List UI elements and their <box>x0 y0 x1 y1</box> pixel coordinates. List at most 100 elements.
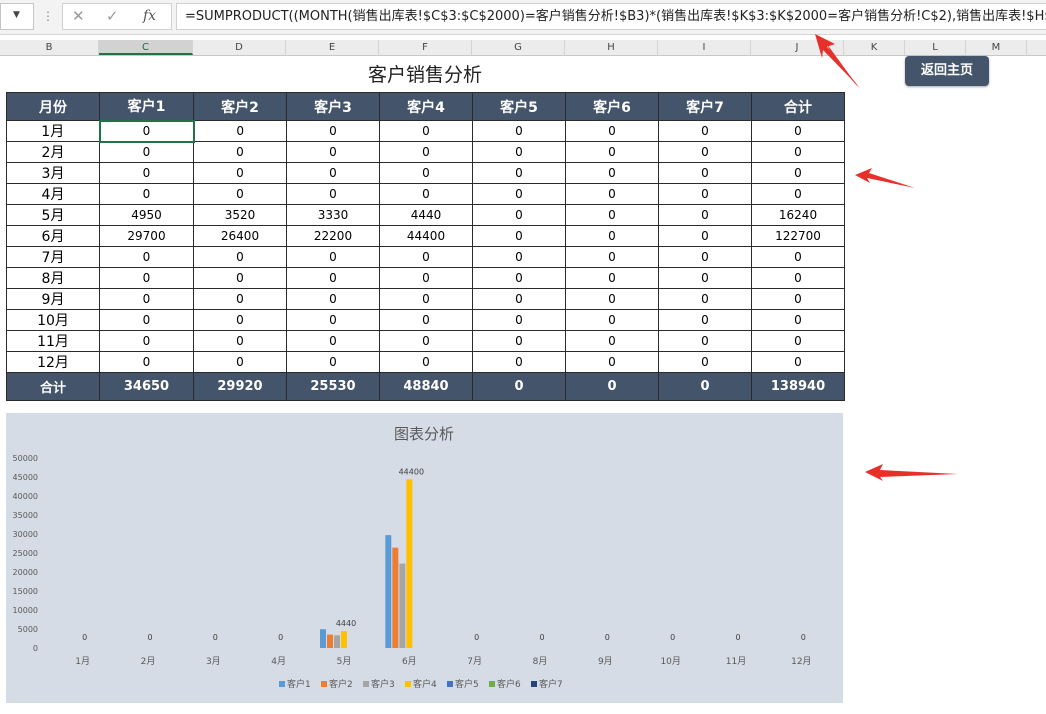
enter-icon[interactable]: ✓ <box>106 7 119 25</box>
value-cell[interactable]: 0 <box>379 267 473 289</box>
name-box[interactable]: ▼ <box>0 3 34 30</box>
value-cell[interactable]: 0 <box>751 351 845 373</box>
header-month[interactable]: 月份 <box>6 92 100 121</box>
month-cell[interactable]: 7月 <box>6 246 100 268</box>
month-cell[interactable]: 10月 <box>6 309 100 331</box>
value-cell[interactable]: 0 <box>286 267 380 289</box>
value-cell[interactable]: 0 <box>286 246 380 268</box>
column-header-e[interactable]: E <box>286 40 379 55</box>
month-cell[interactable]: 1月 <box>6 120 100 142</box>
value-cell[interactable]: 29700 <box>99 225 194 247</box>
value-cell[interactable]: 0 <box>565 225 659 247</box>
header-customer-2[interactable]: 客户2 <box>193 92 287 121</box>
header-total[interactable]: 合计 <box>751 92 845 121</box>
column-header-m[interactable]: M <box>966 40 1027 55</box>
value-cell[interactable]: 0 <box>286 183 380 205</box>
value-cell[interactable]: 4440 <box>379 204 473 226</box>
value-cell[interactable]: 0 <box>751 120 845 142</box>
header-customer-4[interactable]: 客户4 <box>379 92 473 121</box>
value-cell[interactable]: 0 <box>379 162 473 184</box>
value-cell[interactable]: 0 <box>472 162 566 184</box>
column-header-f[interactable]: F <box>379 40 472 55</box>
chart-area[interactable]: 图表分析 0 5000 10000 15000 20000 25000 30000 35000 4… <box>6 413 843 703</box>
column-header-g[interactable]: G <box>472 40 565 55</box>
column-header-k[interactable]: K <box>844 40 905 55</box>
value-cell[interactable]: 0 <box>286 288 380 310</box>
value-cell[interactable]: 0 <box>286 351 380 373</box>
value-cell[interactable]: 0 <box>751 267 845 289</box>
value-cell[interactable]: 0 <box>472 204 566 226</box>
value-cell[interactable]: 122700 <box>751 225 845 247</box>
value-cell[interactable]: 0 <box>472 120 566 142</box>
value-cell[interactable]: 0 <box>99 309 194 331</box>
value-cell[interactable]: 0 <box>658 351 752 373</box>
value-cell[interactable]: 0 <box>565 351 659 373</box>
formula-input[interactable]: =SUMPRODUCT((MONTH(销售出库表!$C$3:$C$2000)=客… <box>176 3 1046 30</box>
value-cell[interactable]: 0 <box>99 141 194 163</box>
month-cell[interactable]: 12月 <box>6 351 100 373</box>
value-cell[interactable]: 0 <box>751 330 845 352</box>
value-cell[interactable]: 0 <box>193 141 287 163</box>
header-customer-7[interactable]: 客户7 <box>658 92 752 121</box>
value-cell[interactable]: 0 <box>472 141 566 163</box>
value-cell[interactable]: 3520 <box>193 204 287 226</box>
value-cell[interactable]: 0 <box>472 267 566 289</box>
value-cell[interactable]: 0 <box>472 225 566 247</box>
value-cell[interactable]: 0 <box>379 183 473 205</box>
value-cell[interactable]: 0 <box>379 330 473 352</box>
value-cell[interactable]: 44400 <box>379 225 473 247</box>
value-cell[interactable]: 0 <box>565 267 659 289</box>
value-cell[interactable]: 0 <box>658 141 752 163</box>
header-customer-6[interactable]: 客户6 <box>565 92 659 121</box>
value-cell[interactable]: 0 <box>472 351 566 373</box>
drag-handle-icon[interactable]: ⋮ <box>42 9 54 23</box>
value-cell[interactable]: 16240 <box>751 204 845 226</box>
value-cell[interactable]: 0 <box>99 351 194 373</box>
value-cell[interactable]: 0 <box>658 225 752 247</box>
header-customer-1[interactable]: 客户1 <box>99 92 194 121</box>
month-cell[interactable]: 6月 <box>6 225 100 247</box>
value-cell[interactable]: 0 <box>658 309 752 331</box>
column-header-d[interactable]: D <box>193 40 286 55</box>
month-cell[interactable]: 9月 <box>6 288 100 310</box>
month-cell[interactable]: 8月 <box>6 267 100 289</box>
total-cell[interactable]: 0 <box>472 372 566 401</box>
value-cell[interactable]: 0 <box>472 288 566 310</box>
value-cell[interactable]: 0 <box>658 183 752 205</box>
value-cell[interactable]: 0 <box>658 267 752 289</box>
value-cell[interactable]: 0 <box>565 246 659 268</box>
value-cell[interactable]: 26400 <box>193 225 287 247</box>
value-cell[interactable]: 0 <box>472 309 566 331</box>
insert-function-icon[interactable]: fx <box>143 8 156 24</box>
value-cell[interactable]: 0 <box>379 141 473 163</box>
month-cell[interactable]: 3月 <box>6 162 100 184</box>
value-cell[interactable]: 0 <box>565 120 659 142</box>
value-cell[interactable]: 0 <box>193 309 287 331</box>
value-cell[interactable]: 0 <box>193 183 287 205</box>
value-cell[interactable]: 0 <box>98 119 195 143</box>
column-header-h[interactable]: H <box>565 40 658 55</box>
value-cell[interactable]: 0 <box>565 141 659 163</box>
value-cell[interactable]: 0 <box>565 288 659 310</box>
value-cell[interactable]: 0 <box>565 309 659 331</box>
value-cell[interactable]: 0 <box>379 288 473 310</box>
value-cell[interactable]: 0 <box>99 288 194 310</box>
value-cell[interactable]: 0 <box>565 330 659 352</box>
value-cell[interactable]: 0 <box>472 183 566 205</box>
column-header-l[interactable]: L <box>905 40 966 55</box>
value-cell[interactable]: 0 <box>379 351 473 373</box>
value-cell[interactable]: 0 <box>658 288 752 310</box>
total-label[interactable]: 合计 <box>6 372 100 401</box>
chevron-down-icon[interactable]: ▼ <box>13 10 20 20</box>
value-cell[interactable]: 0 <box>658 120 752 142</box>
value-cell[interactable]: 0 <box>99 183 194 205</box>
value-cell[interactable]: 0 <box>99 246 194 268</box>
month-cell[interactable]: 11月 <box>6 330 100 352</box>
value-cell[interactable]: 22200 <box>286 225 380 247</box>
header-customer-3[interactable]: 客户3 <box>286 92 380 121</box>
bar-chart[interactable]: 图表分析 0 5000 10000 15000 20000 25000 30000 35000 4… <box>6 413 843 703</box>
value-cell[interactable]: 0 <box>193 162 287 184</box>
value-cell[interactable]: 3330 <box>286 204 380 226</box>
value-cell[interactable]: 0 <box>286 309 380 331</box>
value-cell[interactable]: 0 <box>286 141 380 163</box>
